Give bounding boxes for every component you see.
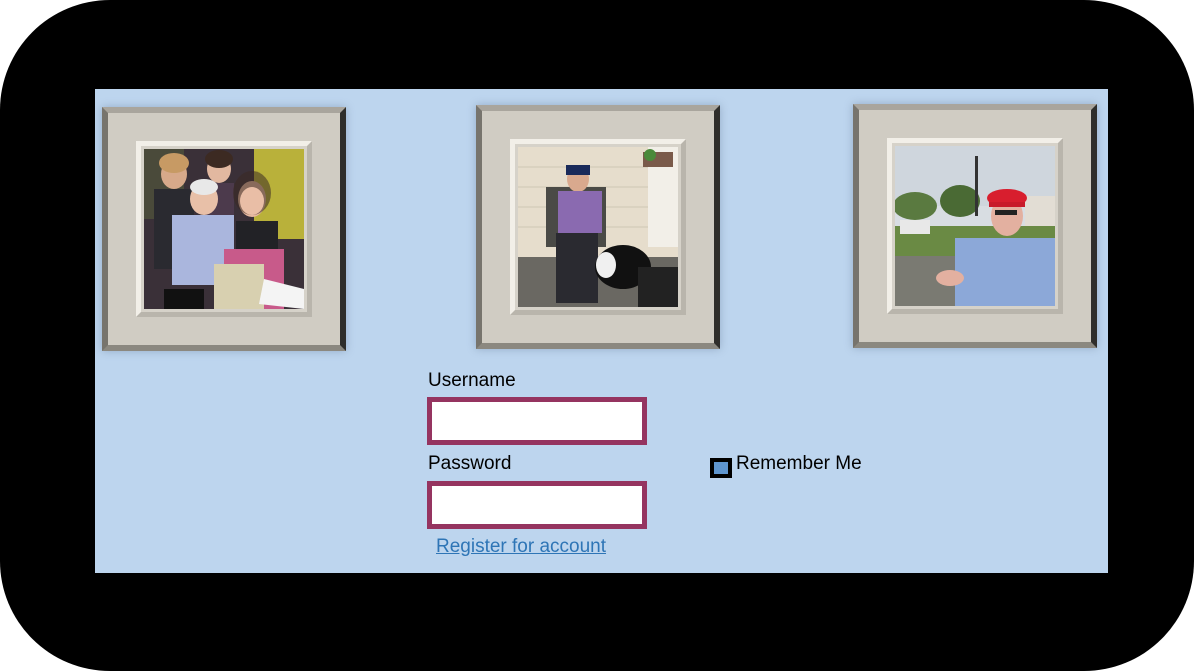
remember-me-checkbox[interactable]: [710, 458, 732, 478]
photo-mat-3: [887, 138, 1063, 314]
remember-me-label: Remember Me: [736, 453, 862, 474]
man-red-cap-photo: [895, 146, 1055, 306]
checkbox-fill: [714, 462, 728, 474]
photo-mat-2: [510, 139, 686, 315]
register-link[interactable]: Register for account: [436, 536, 606, 558]
login-screen: Username Password Remember Me Register f…: [95, 89, 1108, 573]
photo-frame-3: [853, 104, 1097, 348]
username-input[interactable]: [427, 397, 647, 445]
photo-mat-1: [136, 141, 312, 317]
username-label: Username: [428, 370, 516, 391]
password-input[interactable]: [427, 481, 647, 529]
photo-frame-1: [102, 107, 346, 351]
photo-frame-2: [476, 105, 720, 349]
family-group-photo: [144, 149, 304, 309]
man-with-dog-photo: [518, 147, 678, 307]
password-label: Password: [428, 453, 512, 474]
